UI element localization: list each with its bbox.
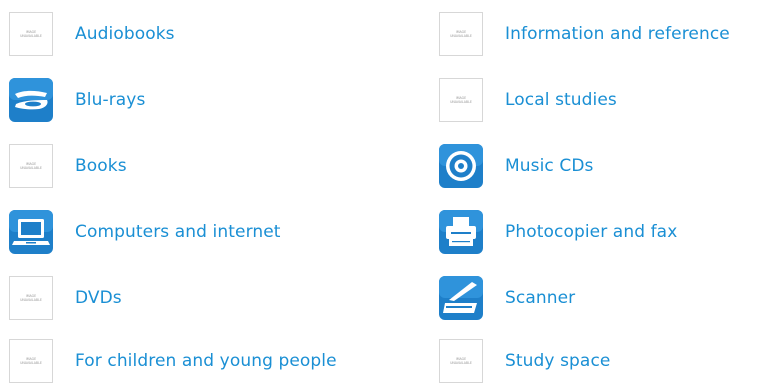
service-label[interactable]: Photocopier and fax: [505, 210, 677, 254]
service-label[interactable]: Information and reference: [505, 12, 730, 56]
image-unavailable-icon: IMAGE UNAVAILABLE: [9, 339, 53, 383]
service-label[interactable]: Audiobooks: [75, 12, 175, 56]
service-item-local-studies[interactable]: IMAGE UNAVAILABLE Local studies: [439, 78, 617, 122]
laptop-icon: [9, 210, 53, 254]
service-label[interactable]: Local studies: [505, 78, 617, 122]
service-label[interactable]: Music CDs: [505, 144, 594, 188]
service-item-scanner[interactable]: Scanner: [439, 276, 575, 320]
printer-icon: [439, 210, 483, 254]
image-unavailable-icon: IMAGE UNAVAILABLE: [439, 339, 483, 383]
service-item-study-space[interactable]: IMAGE UNAVAILABLE Study space: [439, 339, 610, 383]
service-label[interactable]: Blu-rays: [75, 78, 145, 122]
service-item-blu-rays[interactable]: Blu-rays: [9, 78, 145, 122]
service-item-music-cds[interactable]: Music CDs: [439, 144, 594, 188]
service-label[interactable]: Scanner: [505, 276, 575, 320]
image-unavailable-icon: IMAGE UNAVAILABLE: [439, 12, 483, 56]
bluray-disc-icon: [9, 78, 53, 122]
service-label[interactable]: Computers and internet: [75, 210, 281, 254]
service-label[interactable]: Study space: [505, 339, 610, 383]
cd-disc-icon: [439, 144, 483, 188]
service-item-books[interactable]: IMAGE UNAVAILABLE Books: [9, 144, 127, 188]
service-item-information-and-reference[interactable]: IMAGE UNAVAILABLE Information and refere…: [439, 12, 730, 56]
service-list: IMAGE UNAVAILABLE Audiobooks Blu-rays IM…: [9, 12, 759, 383]
service-item-photocopier-and-fax[interactable]: Photocopier and fax: [439, 210, 677, 254]
service-label[interactable]: For children and young people: [75, 339, 337, 383]
image-unavailable-icon: IMAGE UNAVAILABLE: [439, 78, 483, 122]
service-label[interactable]: DVDs: [75, 276, 122, 320]
image-unavailable-icon: IMAGE UNAVAILABLE: [9, 276, 53, 320]
image-unavailable-icon: IMAGE UNAVAILABLE: [9, 144, 53, 188]
image-unavailable-icon: IMAGE UNAVAILABLE: [9, 12, 53, 56]
service-item-audiobooks[interactable]: IMAGE UNAVAILABLE Audiobooks: [9, 12, 175, 56]
scanner-icon: [439, 276, 483, 320]
service-item-dvds[interactable]: IMAGE UNAVAILABLE DVDs: [9, 276, 122, 320]
service-label[interactable]: Books: [75, 144, 127, 188]
service-item-for-children-and-young-people[interactable]: IMAGE UNAVAILABLE For children and young…: [9, 339, 337, 383]
service-item-computers-and-internet[interactable]: Computers and internet: [9, 210, 281, 254]
